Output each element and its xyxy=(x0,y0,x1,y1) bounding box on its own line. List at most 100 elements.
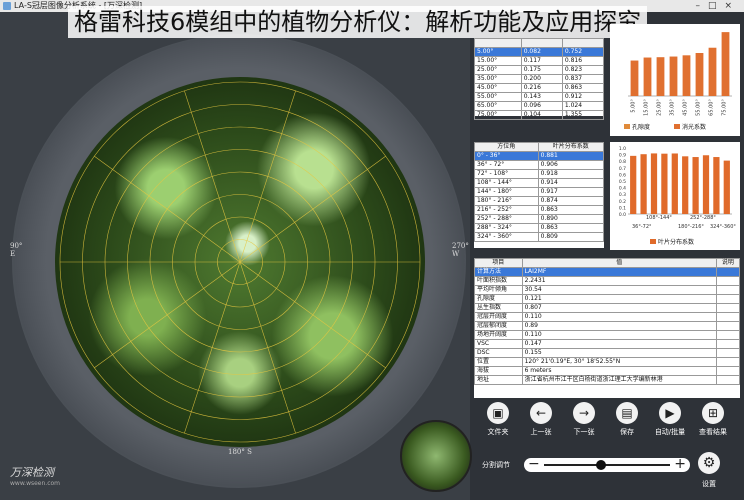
table-row[interactable]: 72° - 108° 0.918 xyxy=(474,169,605,179)
table-row[interactable]: 平均叶倾角 30.54 xyxy=(474,285,741,295)
table-cell xyxy=(715,357,741,367)
chart-bar[interactable] xyxy=(682,156,689,214)
table-row[interactable]: 252° - 288° 0.890 xyxy=(474,214,605,224)
table-row[interactable]: 108° - 144° 0.914 xyxy=(474,178,605,188)
table-row[interactable]: 冠层开阔度 0.110 xyxy=(474,312,741,322)
table-row[interactable]: 25.00° 0.175 0.823 xyxy=(474,65,605,75)
zenith-chart: 5.00° 15.00° 25.00° 35.00° 45.00° 55.00° 65.00… xyxy=(610,24,740,136)
column-header[interactable] xyxy=(520,38,563,48)
grid-icon: ⊞ xyxy=(702,402,724,424)
next-button[interactable]: → 下一张 xyxy=(562,402,606,437)
chart-bar[interactable] xyxy=(661,153,668,214)
thumbnail-preview[interactable] xyxy=(400,420,472,492)
column-header[interactable]: 说明 xyxy=(715,258,741,268)
table-row[interactable]: 孔隙度 0.121 xyxy=(474,294,741,304)
table-row[interactable]: 75.00° 0.104 1.355 xyxy=(474,110,605,120)
chart-bar[interactable] xyxy=(630,60,639,96)
table-row[interactable]: 65.00° 0.096 1.024 xyxy=(474,101,605,111)
save-button[interactable]: ▤ 保存 xyxy=(605,402,649,437)
y-tick-label: 0.5 xyxy=(619,179,626,185)
chart-bar[interactable] xyxy=(692,157,699,214)
chart-bar[interactable] xyxy=(640,154,647,214)
table-row[interactable]: 计算方法 LAI2MF xyxy=(474,267,741,277)
table-cell xyxy=(715,267,741,277)
x-tick-label: 324°-360° xyxy=(710,224,736,230)
column-header[interactable]: 项目 xyxy=(474,258,523,268)
settings-label: 设置 xyxy=(702,480,716,488)
table-row[interactable]: VSC 0.147 xyxy=(474,339,741,349)
chart-bar[interactable] xyxy=(713,157,720,214)
slider-knob[interactable] xyxy=(595,460,606,470)
chart-bar[interactable] xyxy=(656,57,665,96)
table-row[interactable]: 地址 浙江省杭州市江干区白杨街道浙江理工大学编新林港 xyxy=(474,375,741,385)
arrow-right-icon: → xyxy=(573,402,595,424)
segmentation-slider[interactable]: − + xyxy=(524,456,690,472)
chart-bar[interactable] xyxy=(650,153,658,214)
table-row[interactable]: 180° - 216° 0.874 xyxy=(474,196,605,206)
table-row[interactable]: 216° - 252° 0.863 xyxy=(474,205,605,215)
table-row[interactable]: 35.00° 0.200 0.837 xyxy=(474,74,605,84)
table-cell: 丛生指数 xyxy=(474,303,523,313)
toolbar: ▣ 文件夹 ← 上一张 → 下一张 ▤ 保存 ▶ 自动/批量 ⊞ 查看结果 xyxy=(476,402,740,442)
table-row[interactable]: 324° - 360° 0.809 xyxy=(474,232,605,242)
table-cell: 0.863 xyxy=(537,205,605,215)
chart-bar[interactable] xyxy=(671,153,678,214)
chart-bar[interactable] xyxy=(723,160,730,214)
chart-bar[interactable] xyxy=(721,32,730,96)
y-tick-label: 0.8 xyxy=(619,159,626,165)
chart-bar[interactable] xyxy=(643,57,652,96)
y-tick-label: 0.0 xyxy=(619,212,626,218)
y-tick-label: 0.9 xyxy=(619,153,626,159)
window-controls[interactable]: –□× xyxy=(695,0,740,12)
table-cell: 0.881 xyxy=(537,151,605,161)
table-cell: 海拔 xyxy=(474,366,523,376)
gear-icon: ⚙ xyxy=(702,455,716,471)
table-row[interactable]: 15.00° 0.117 0.816 xyxy=(474,56,605,66)
table-cell: 0.807 xyxy=(521,303,717,313)
table-row[interactable]: 位置 120° 21'0.19"E, 30° 18'52.55"N xyxy=(474,357,741,367)
column-header[interactable]: 方位角 xyxy=(474,142,539,152)
chart-bar[interactable] xyxy=(682,55,691,96)
auto-batch-button[interactable]: ▶ 自动/批量 xyxy=(648,402,692,437)
chart-bar[interactable] xyxy=(695,53,704,96)
table-cell: 120° 21'0.19"E, 30° 18'52.55"N xyxy=(521,357,717,367)
column-header[interactable]: 值 xyxy=(521,258,717,268)
table-cell: 72° - 108° xyxy=(474,169,539,179)
prev-button[interactable]: ← 上一张 xyxy=(519,402,563,437)
plus-icon[interactable]: + xyxy=(674,456,686,472)
minus-icon[interactable]: − xyxy=(528,456,540,472)
table-row[interactable]: 288° - 324° 0.863 xyxy=(474,223,605,233)
table-row[interactable]: 冠层郁闭度 0.89 xyxy=(474,321,741,331)
table-row[interactable]: 0° - 36° 0.881 xyxy=(474,151,605,161)
table-row[interactable]: 144° - 180° 0.917 xyxy=(474,187,605,197)
chart-bar[interactable] xyxy=(702,155,710,214)
column-header[interactable] xyxy=(474,38,522,48)
table-cell: 0.890 xyxy=(537,214,605,224)
folder-icon: ▣ xyxy=(487,402,509,424)
table-cell: 0.200 xyxy=(520,74,563,84)
table-row[interactable]: 36° - 72° 0.906 xyxy=(474,160,605,170)
chart-bar[interactable] xyxy=(630,155,637,214)
table-row[interactable]: DSC 0.155 xyxy=(474,348,741,358)
canopy-photo[interactable] xyxy=(55,77,425,447)
table-cell xyxy=(715,312,741,322)
chart-bar[interactable] xyxy=(669,56,678,96)
open-folder-button[interactable]: ▣ 文件夹 xyxy=(476,402,520,437)
settings-button[interactable]: ⚙ xyxy=(698,452,720,474)
table-row[interactable]: 45.00° 0.216 0.863 xyxy=(474,83,605,93)
play-icon: ▶ xyxy=(659,402,681,424)
table-row[interactable]: 叶面积指数 2.2431 xyxy=(474,276,741,286)
table-cell: 0.912 xyxy=(561,92,605,102)
column-header[interactable] xyxy=(561,38,605,48)
table-row[interactable]: 海拔 6 meters xyxy=(474,366,741,376)
view-results-button[interactable]: ⊞ 查看结果 xyxy=(691,402,735,437)
table-row[interactable]: 场地开阔度 0.110 xyxy=(474,330,741,340)
west-label: 270° W xyxy=(452,242,469,258)
table-row[interactable]: 5.00° 0.082 0.752 xyxy=(474,47,605,57)
table-row[interactable]: 丛生指数 0.807 xyxy=(474,303,741,313)
chart-bar[interactable] xyxy=(708,47,717,96)
x-tick-label: 65.00° xyxy=(709,99,715,116)
table-cell: 0.143 xyxy=(520,92,563,102)
table-row[interactable]: 55.00° 0.143 0.912 xyxy=(474,92,605,102)
column-header[interactable]: 叶片分布系数 xyxy=(537,142,605,152)
